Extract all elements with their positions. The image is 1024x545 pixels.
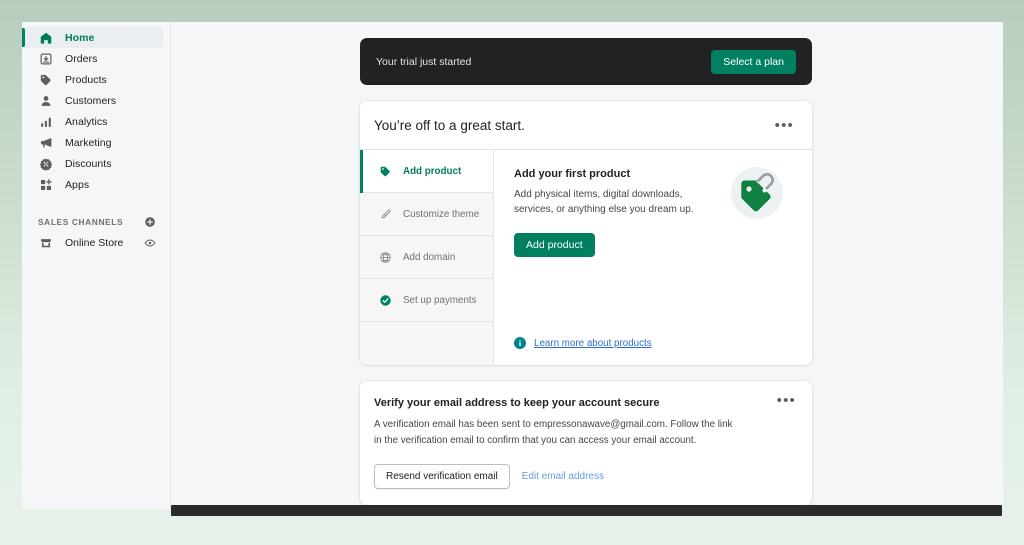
task-label: Add product [403, 165, 462, 177]
plus-circle-icon[interactable] [143, 216, 156, 229]
content-column: Your trial just started Select a plan Yo… [360, 38, 812, 509]
marketing-megaphone-icon [38, 135, 54, 151]
sidebar-item-label: Home [65, 31, 95, 44]
sidebar-item-label: Products [65, 73, 107, 86]
detail-description: Add physical items, digital downloads, s… [514, 189, 694, 215]
sidebar-item-home[interactable]: Home [22, 27, 163, 48]
sidebar-item-customers[interactable]: Customers [22, 90, 163, 111]
sidebar: Home Orders Products Customers Analytics… [22, 22, 171, 509]
orders-icon [38, 51, 54, 67]
task-customize-theme[interactable]: Customize theme [360, 193, 493, 236]
home-icon [38, 30, 54, 46]
sidebar-item-label: Online Store [65, 236, 124, 249]
sales-channels-header: SALES CHANNELS [22, 213, 170, 231]
info-icon: i [514, 337, 526, 349]
sidebar-item-marketing[interactable]: Marketing [22, 132, 163, 153]
eye-icon[interactable] [143, 236, 156, 249]
verify-email-description: A verification email has been sent to em… [374, 419, 733, 446]
horizontal-scrollbar[interactable] [171, 505, 1002, 516]
sidebar-item-label: Analytics [65, 115, 108, 128]
discounts-badge-icon [38, 156, 54, 172]
apps-grid-plus-icon [38, 177, 54, 193]
sidebar-item-orders[interactable]: Orders [22, 48, 163, 69]
task-list-filler [360, 322, 493, 365]
select-a-plan-button[interactable]: Select a plan [711, 49, 796, 74]
sidebar-item-label: Customers [65, 94, 117, 107]
sidebar-item-products[interactable]: Products [22, 69, 163, 90]
onboarding-body: Add product Customize theme Add domain S… [360, 150, 812, 365]
product-tag-illustration [726, 160, 788, 222]
main-content: Your trial just started Select a plan Yo… [172, 22, 1003, 509]
products-tag-icon [38, 72, 54, 88]
resend-verification-email-button[interactable]: Resend verification email [374, 464, 510, 489]
task-set-up-payments[interactable]: Set up payments [360, 279, 493, 322]
sidebar-item-apps[interactable]: Apps [22, 174, 163, 195]
learn-more-about-products-link[interactable]: Learn more about products [534, 338, 652, 349]
onboarding-card: You’re off to a great start. ••• Add pro… [360, 101, 812, 365]
app-window: Home Orders Products Customers Analytics… [22, 22, 1003, 509]
sidebar-item-online-store[interactable]: Online Store [22, 231, 170, 254]
learn-more-row: i Learn more about products [514, 337, 652, 349]
globe-icon [378, 250, 392, 264]
onboarding-card-header: You’re off to a great start. ••• [360, 101, 812, 150]
task-add-product[interactable]: Add product [360, 150, 493, 193]
sidebar-item-label: Orders [65, 52, 98, 65]
page-title: You’re off to a great start. [374, 118, 525, 133]
sales-channels-title: SALES CHANNELS [38, 217, 124, 227]
verify-email-card: ••• Verify your email address to keep yo… [360, 381, 812, 505]
trial-banner: Your trial just started Select a plan [360, 38, 812, 85]
sidebar-item-label: Apps [65, 178, 90, 191]
onboarding-task-list: Add product Customize theme Add domain S… [360, 150, 494, 365]
sidebar-item-label: Marketing [65, 136, 112, 149]
customers-person-icon [38, 93, 54, 109]
task-label: Set up payments [403, 294, 477, 306]
storefront-icon [38, 235, 54, 251]
sidebar-item-discounts[interactable]: Discounts [22, 153, 163, 174]
ellipsis-icon[interactable]: ••• [773, 118, 796, 133]
task-label: Add domain [403, 251, 456, 263]
verify-email-actions: Resend verification email Edit email add… [374, 464, 796, 489]
add-product-button[interactable]: Add product [514, 233, 595, 257]
check-circle-icon [378, 293, 392, 307]
ellipsis-icon[interactable]: ••• [775, 393, 798, 408]
edit-email-address-link[interactable]: Edit email address [522, 471, 604, 482]
analytics-bars-icon [38, 114, 54, 130]
brush-icon [378, 207, 392, 221]
sidebar-item-label: Discounts [65, 157, 112, 170]
tag-icon [378, 164, 392, 178]
trial-banner-message: Your trial just started [376, 55, 472, 68]
verify-email-title: Verify your email address to keep your a… [374, 397, 660, 409]
onboarding-task-detail: Add your first product Add physical item… [494, 150, 812, 365]
task-label: Customize theme [403, 208, 480, 220]
sidebar-item-analytics[interactable]: Analytics [22, 111, 163, 132]
task-add-domain[interactable]: Add domain [360, 236, 493, 279]
